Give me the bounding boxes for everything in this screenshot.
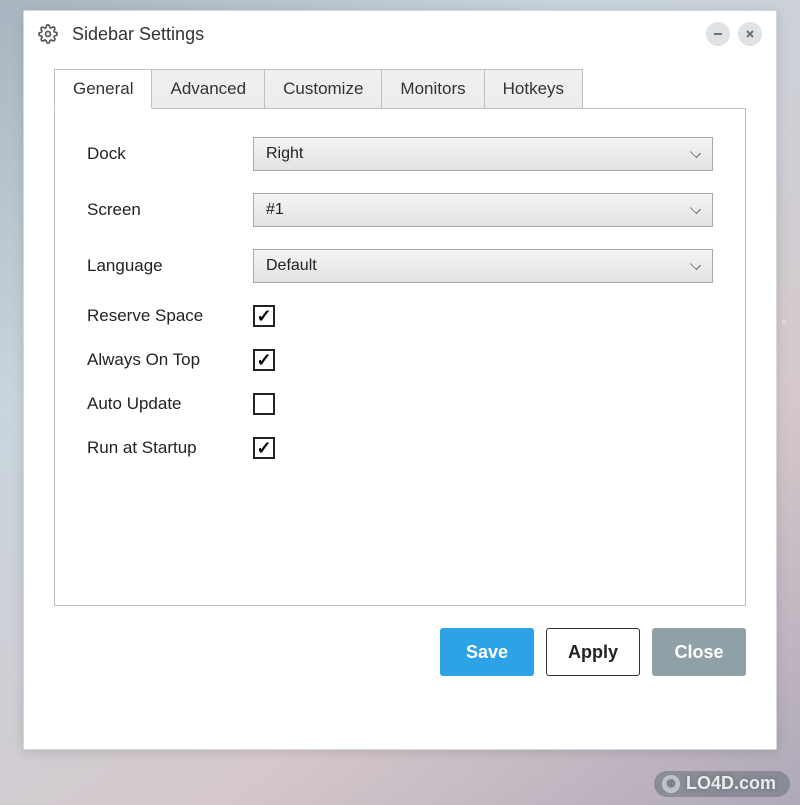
language-select[interactable]: Default <box>253 249 713 283</box>
gear-icon <box>38 24 58 44</box>
dock-label: Dock <box>87 144 253 164</box>
run-at-startup-label: Run at Startup <box>87 438 253 458</box>
screen-label: Screen <box>87 200 253 220</box>
tab-row: General Advanced Customize Monitors Hotk… <box>54 69 746 109</box>
dock-value: Right <box>266 145 303 163</box>
dock-select[interactable]: Right <box>253 137 713 171</box>
tab-panel-general: Dock Right Screen #1 Language Default Re… <box>54 108 746 606</box>
tab-general[interactable]: General <box>54 69 152 109</box>
titlebar: Sidebar Settings <box>24 11 776 57</box>
reserve-space-label: Reserve Space <box>87 306 253 326</box>
screen-value: #1 <box>266 201 284 219</box>
tab-hotkeys[interactable]: Hotkeys <box>484 69 583 109</box>
language-label: Language <box>87 256 253 276</box>
globe-icon: ◍ <box>662 775 680 793</box>
watermark: ◍ LO4D.com <box>654 771 790 797</box>
close-dialog-button[interactable]: Close <box>652 628 746 676</box>
tab-customize[interactable]: Customize <box>264 69 382 109</box>
close-button[interactable] <box>738 22 762 46</box>
reserve-space-checkbox[interactable] <box>253 305 275 327</box>
dialog-buttons: Save Apply Close <box>24 606 776 676</box>
settings-window: Sidebar Settings General Advanced Custom… <box>23 10 777 750</box>
tab-monitors[interactable]: Monitors <box>381 69 484 109</box>
watermark-text: LO4D.com <box>686 773 776 794</box>
apply-button[interactable]: Apply <box>546 628 640 676</box>
always-on-top-checkbox[interactable] <box>253 349 275 371</box>
screen-select[interactable]: #1 <box>253 193 713 227</box>
run-at-startup-checkbox[interactable] <box>253 437 275 459</box>
window-title: Sidebar Settings <box>72 24 706 45</box>
save-button[interactable]: Save <box>440 628 534 676</box>
auto-update-label: Auto Update <box>87 394 253 414</box>
auto-update-checkbox[interactable] <box>253 393 275 415</box>
always-on-top-label: Always On Top <box>87 350 253 370</box>
minimize-button[interactable] <box>706 22 730 46</box>
tab-advanced[interactable]: Advanced <box>151 69 265 109</box>
language-value: Default <box>266 257 317 275</box>
